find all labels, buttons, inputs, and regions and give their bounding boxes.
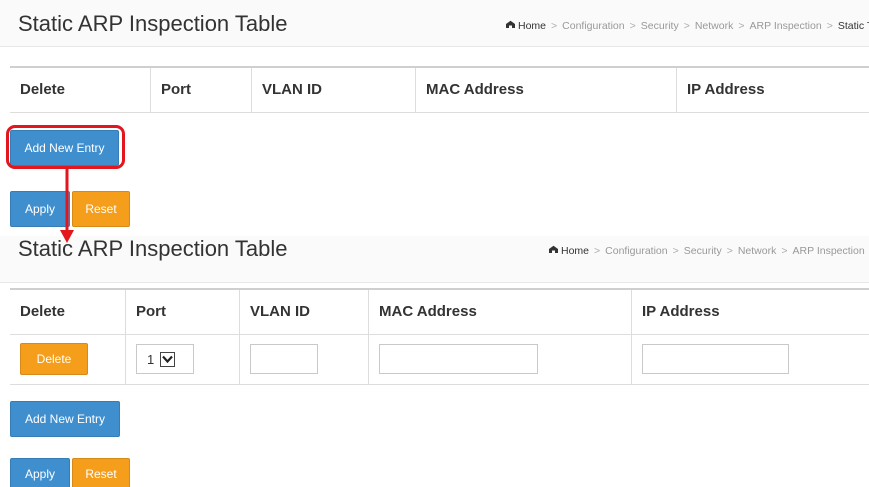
breadcrumb-home[interactable]: Home	[518, 20, 546, 32]
col-delete: Delete	[10, 66, 151, 113]
breadcrumb: Home > Configuration > Security > Network > ARP …	[505, 20, 869, 32]
col-ip-address: IP Address	[676, 66, 869, 113]
apply-button[interactable]: Apply	[10, 458, 70, 487]
arp-table: Delete Port VLAN ID MAC Address IP Addre…	[10, 66, 869, 113]
breadcrumb-home[interactable]: Home	[561, 245, 589, 257]
col-mac-address: MAC Address	[415, 66, 677, 113]
mac-address-input[interactable]	[379, 344, 538, 374]
col-mac-address: MAC Address	[368, 288, 632, 335]
breadcrumb-item[interactable]: Security	[641, 20, 679, 32]
home-icon	[505, 20, 516, 29]
breadcrumb-item[interactable]: Network	[738, 245, 777, 257]
page-title: Static ARP Inspection Table	[18, 236, 288, 261]
home-icon	[548, 245, 559, 254]
ip-address-input[interactable]	[642, 344, 789, 374]
page-title: Static ARP Inspection Table	[18, 11, 288, 36]
reset-button[interactable]: Reset	[72, 191, 130, 227]
arp-table: Delete Port VLAN ID MAC Address IP Addre…	[10, 288, 869, 385]
breadcrumb-item[interactable]: ARP Inspection	[793, 245, 865, 257]
breadcrumb-current: Static Table	[837, 20, 869, 32]
col-vlan-id: VLAN ID	[251, 66, 416, 113]
breadcrumb: Home > Configuration > Security > Network > ARP …	[548, 245, 869, 257]
port-select[interactable]: 1	[136, 344, 194, 374]
table-row: Delete 1	[10, 334, 869, 385]
breadcrumb-item[interactable]: Configuration	[562, 20, 624, 32]
panel-before: Static ARP Inspection Table Home > Configu…	[0, 0, 869, 228]
highlight-frame	[6, 125, 125, 169]
col-ip-address: IP Address	[631, 288, 869, 335]
breadcrumb-item[interactable]: Network	[695, 20, 734, 32]
col-port: Port	[125, 288, 240, 335]
breadcrumb-item[interactable]: Configuration	[605, 245, 667, 257]
breadcrumb-item[interactable]: ARP Inspection	[750, 20, 822, 32]
apply-button[interactable]: Apply	[10, 191, 70, 227]
col-port: Port	[150, 66, 252, 113]
delete-button[interactable]: Delete	[20, 343, 88, 375]
panel-after: Static ARP Inspection Table Home > Configu…	[0, 228, 869, 487]
port-value: 1	[147, 351, 155, 367]
chevron-down-icon[interactable]	[160, 351, 176, 367]
vlan-id-input[interactable]	[250, 344, 318, 374]
add-new-entry-button[interactable]: Add New Entry	[10, 401, 120, 437]
col-delete: Delete	[10, 288, 126, 335]
reset-button[interactable]: Reset	[72, 458, 130, 487]
breadcrumb-item[interactable]: Security	[684, 245, 722, 257]
col-vlan-id: VLAN ID	[239, 288, 369, 335]
